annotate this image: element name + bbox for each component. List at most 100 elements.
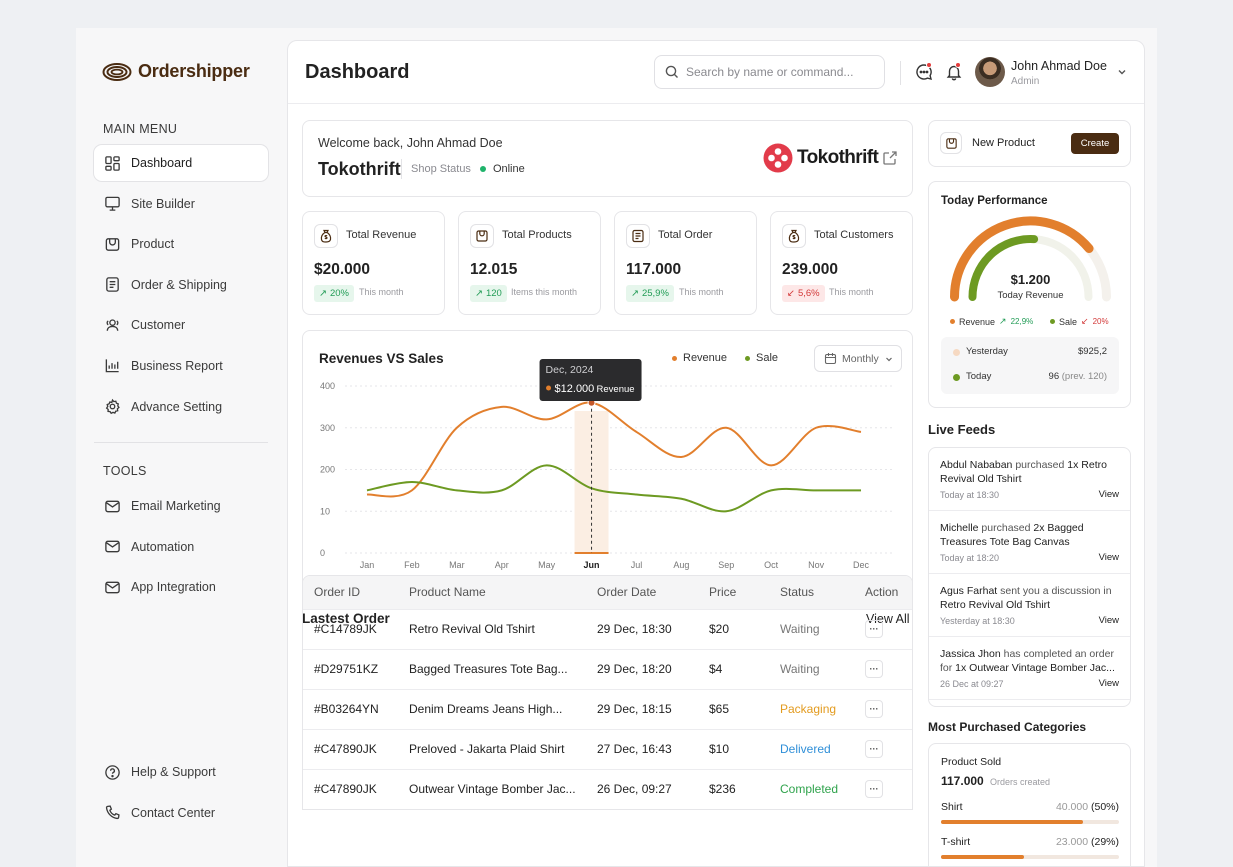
header-divider xyxy=(900,61,901,85)
money-bag-icon xyxy=(314,224,338,248)
sidebar-item-label: Order & Shipping xyxy=(131,277,227,292)
x-tick-label: Dec xyxy=(853,560,870,570)
document-icon xyxy=(106,277,119,293)
feed-action: purchased xyxy=(1012,459,1068,471)
data-point-sale xyxy=(456,489,458,491)
tooltip-date: Dec, 2024 xyxy=(546,364,594,376)
data-point-revenue xyxy=(725,427,727,429)
category-row: T-shirt 23.000 (29%) xyxy=(941,836,1119,848)
dashboard-icon xyxy=(105,155,120,171)
price: $236 xyxy=(698,768,769,809)
legend-label: Sale xyxy=(1059,316,1078,327)
today-label: Today xyxy=(966,371,992,382)
sidebar-item-advance-setting[interactable]: Advance Setting xyxy=(94,389,268,425)
more-actions-button[interactable]: ··· xyxy=(865,620,883,638)
feed-view-link[interactable]: View xyxy=(1099,614,1119,628)
table-header-row: Order ID Product Name Order Date Price S… xyxy=(303,576,912,609)
x-tick-label: Aug xyxy=(673,560,689,570)
action-cell: ··· xyxy=(854,608,912,649)
table-row[interactable]: #C47890JK Preloved - Jakarta Plaid Shirt 2… xyxy=(303,728,912,769)
search-box[interactable] xyxy=(654,55,885,89)
sidebar-item-label: Product xyxy=(131,237,175,252)
perf-legend-revenue: Revenue ↗ 22,9% xyxy=(950,316,1033,327)
feed-view-link[interactable]: View xyxy=(1099,488,1119,502)
more-actions-button[interactable]: ··· xyxy=(865,740,883,758)
sidebar-item-site-builder[interactable]: Site Builder xyxy=(94,186,268,222)
category-bar-track xyxy=(941,855,1119,859)
table-row[interactable]: #D29751KZ Bagged Treasures Tote Bag... 29 … xyxy=(303,648,912,689)
product-sold-note: Orders created xyxy=(990,777,1051,787)
stat-change-badge: ↙ 5,6% xyxy=(782,285,825,302)
welcome-card: Welcome back, John Ahmad Doe Tokothrift … xyxy=(302,120,913,197)
stat-change: 25,9% xyxy=(641,288,669,299)
action-cell: ··· xyxy=(854,648,912,689)
box-icon xyxy=(105,237,120,251)
stat-card-total-order: Total Order 117.000 ↗ 25,9% This month xyxy=(614,211,757,315)
sidebar-item-help-support[interactable]: Help & Support xyxy=(94,754,268,790)
perf-compare-box: Yesterday $925,2 Today 96 (prev. 120) xyxy=(941,337,1119,394)
sidebar-item-automation[interactable]: Automation xyxy=(94,529,268,565)
stat-change-badge: ↗ 25,9% xyxy=(626,285,674,302)
data-point-revenue xyxy=(860,431,862,433)
sidebar-item-product[interactable]: Product xyxy=(94,226,268,262)
mail-icon xyxy=(105,540,120,553)
chat-button[interactable] xyxy=(915,62,933,81)
sidebar-item-contact-center[interactable]: Contact Center xyxy=(94,795,268,831)
feed-time: 26 Dec at 09:27 xyxy=(940,679,1004,689)
stat-change-badge: ↗ 120 xyxy=(470,285,507,302)
data-point-sale xyxy=(635,493,637,495)
product-name: Denim Dreams Jeans High... xyxy=(398,688,586,729)
price: $65 xyxy=(698,688,769,729)
stat-note: Items this month xyxy=(511,287,578,297)
feed-time: Yesterday at 18:30 xyxy=(940,616,1015,626)
order-status: Completed xyxy=(769,768,854,809)
table-row[interactable]: #C14789JK Retro Revival Old Tshirt 29 Dec,… xyxy=(303,608,912,649)
feed-actor: Agus Farhat xyxy=(940,585,998,597)
stat-change: 5,6% xyxy=(797,288,820,299)
table-row[interactable]: #C47890JK Outwear Vintage Bomber Jac... 26… xyxy=(303,768,912,809)
feed-text: Jassica Jhon has completed an order for … xyxy=(940,648,1115,674)
tools-nav: Email Marketing Automation App Integrati… xyxy=(94,488,268,610)
main-panel: Dashboard John Ahmad Doe Admin Welcome b… xyxy=(287,40,1145,867)
notifications-button[interactable] xyxy=(945,62,963,81)
external-link-icon[interactable] xyxy=(882,150,898,166)
categories-title: Most Purchased Categories xyxy=(928,720,1087,734)
action-cell: ··· xyxy=(854,688,912,729)
more-actions-button[interactable]: ··· xyxy=(865,780,883,799)
chevron-down-icon[interactable] xyxy=(1116,66,1128,78)
sidebar-item-app-integration[interactable]: App Integration xyxy=(94,569,268,605)
category-name: T-shirt xyxy=(941,836,971,848)
y-tick-label: 0 xyxy=(320,548,325,558)
x-tick-label: Jul xyxy=(631,560,643,570)
category-row: Shirt 40.000 (50%) xyxy=(941,801,1119,813)
sidebar-item-business-report[interactable]: Business Report xyxy=(94,348,268,384)
sidebar-item-email-marketing[interactable]: Email Marketing xyxy=(94,488,268,524)
column-header: Order ID xyxy=(303,576,398,609)
order-status: Waiting xyxy=(769,648,854,689)
feed-view-link[interactable]: View xyxy=(1099,677,1119,691)
order-date: 26 Dec, 09:27 xyxy=(586,768,698,809)
live-feeds-card: Abdul Nababan purchased 1x Retro Revival… xyxy=(928,447,1131,707)
column-header: Product Name xyxy=(398,576,586,609)
logo[interactable]: Ordershipper xyxy=(102,61,250,82)
x-tick-label: Oct xyxy=(764,560,779,570)
search-input[interactable] xyxy=(686,65,866,79)
shop-status: Shop Status Online xyxy=(401,159,525,179)
create-button[interactable]: Create xyxy=(1071,133,1119,154)
data-point-revenue xyxy=(770,464,772,466)
order-date: 27 Dec, 16:43 xyxy=(586,728,698,769)
more-actions-button[interactable]: ··· xyxy=(865,660,883,678)
sidebar-item-order-shipping[interactable]: Order & Shipping xyxy=(94,267,268,303)
data-point-revenue xyxy=(456,427,458,429)
order-date: 29 Dec, 18:30 xyxy=(586,608,698,649)
yesterday-dot xyxy=(953,349,960,356)
sidebar-item-customer[interactable]: Customer xyxy=(94,307,268,343)
feed-view-link[interactable]: View xyxy=(1099,551,1119,565)
avatar[interactable] xyxy=(975,57,1005,87)
sidebar-item-dashboard[interactable]: Dashboard xyxy=(94,145,268,181)
sidebar-item-label: Contact Center xyxy=(131,805,216,820)
more-actions-button[interactable]: ··· xyxy=(865,700,883,718)
arrow-down-left-icon: ↙ xyxy=(787,288,795,299)
notification-dot xyxy=(955,62,961,68)
table-row[interactable]: #B03264YN Denim Dreams Jeans High... 29 De… xyxy=(303,688,912,729)
